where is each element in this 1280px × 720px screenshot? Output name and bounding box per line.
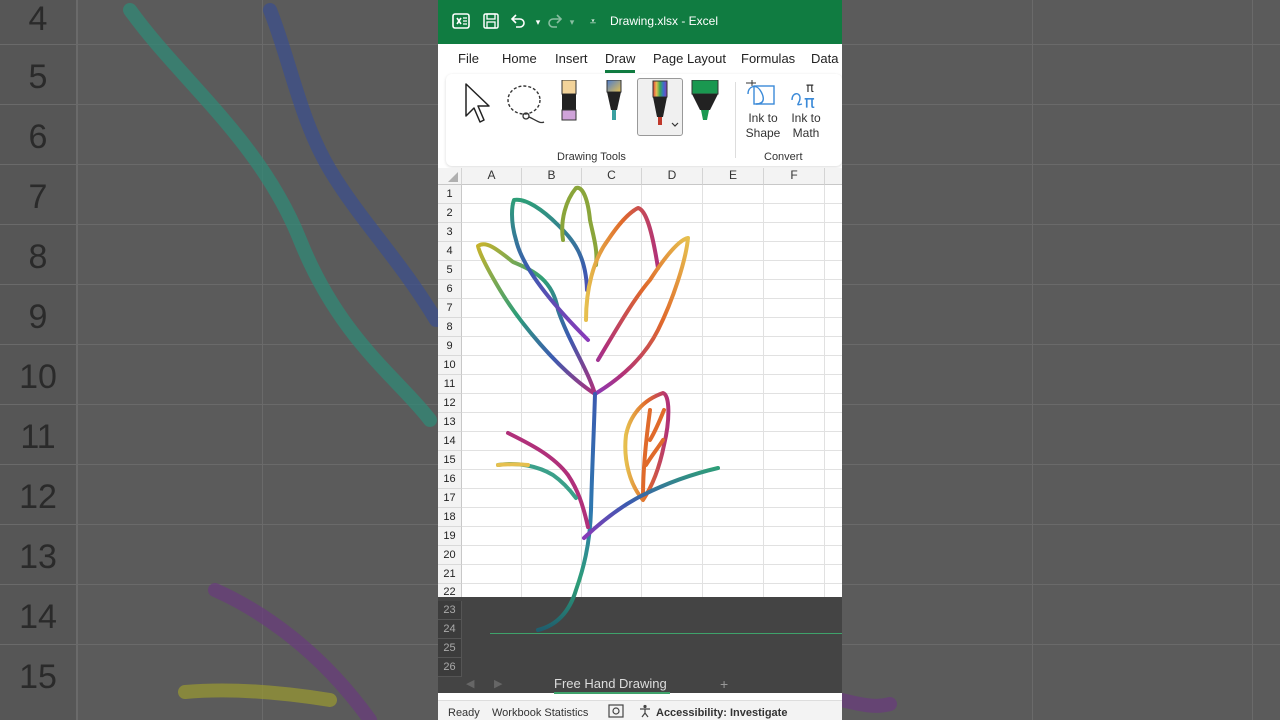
excel-window: ▾ ▾ ⩡ Drawing.xlsx - Excel File Home Ins…	[438, 0, 842, 720]
status-bar: Ready Workbook Statistics Accessibility:…	[438, 700, 842, 720]
accessibility-status[interactable]: Accessibility: Investigate	[656, 707, 787, 719]
background-ink-strokes-right	[842, 693, 897, 713]
background-ink-strokes	[123, 3, 438, 720]
workbook-statistics-button[interactable]: Workbook Statistics	[492, 707, 588, 719]
freehand-flower-drawing[interactable]	[438, 0, 842, 720]
status-ready: Ready	[448, 707, 480, 719]
macro-recording-icon[interactable]	[608, 704, 624, 720]
background-right	[842, 0, 1280, 720]
background-left: 4 5 6 7 8 9 10 11 12 13 14 15	[0, 0, 438, 720]
accessibility-icon[interactable]	[638, 704, 652, 720]
